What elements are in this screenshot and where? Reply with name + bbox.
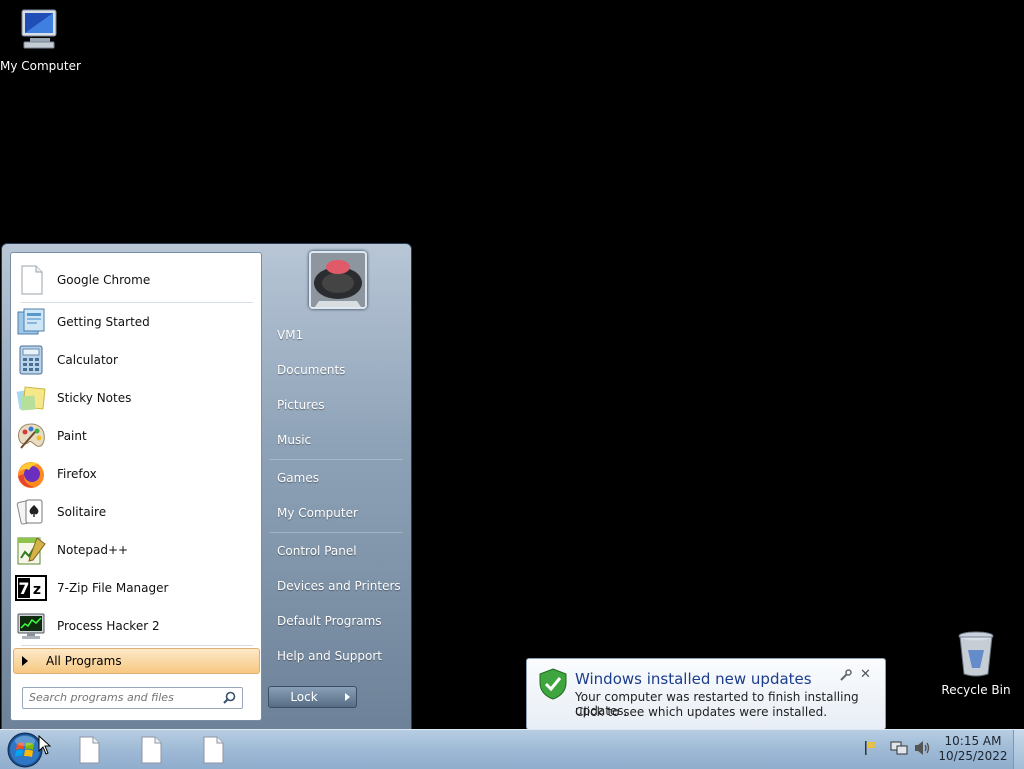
getting-started-icon — [17, 308, 45, 335]
all-programs-button[interactable]: All Programs — [13, 648, 260, 674]
program-item-solitaire[interactable]: Solitaire — [11, 494, 261, 530]
start-link-music[interactable]: Music — [277, 433, 311, 447]
taskbar-pinned-app-3[interactable] — [198, 735, 228, 765]
program-separator — [21, 302, 253, 303]
volume-icon[interactable] — [913, 740, 931, 756]
right-pane-separator — [270, 532, 402, 533]
desktop-icon-label: My Computer — [0, 59, 81, 73]
start-link-documents[interactable]: Documents — [277, 363, 345, 377]
clock-time: 10:15 AM — [944, 734, 1002, 748]
program-label: Solitaire — [57, 505, 107, 519]
start-link-default-programs[interactable]: Default Programs — [277, 614, 382, 628]
program-separator — [21, 645, 253, 646]
taskbar-pinned-app-1[interactable] — [74, 735, 104, 765]
shield-check-icon — [539, 668, 567, 700]
program-item-firefox[interactable]: Firefox — [11, 456, 261, 492]
start-link-pictures[interactable]: Pictures — [277, 398, 325, 412]
calculator-icon — [19, 345, 43, 375]
close-icon[interactable]: ✕ — [860, 667, 871, 682]
taskbar: 10:15 AM 10/25/2022 — [0, 729, 1024, 769]
start-link-user[interactable]: VM1 — [277, 328, 303, 342]
show-desktop-button[interactable] — [1013, 730, 1024, 769]
program-label: Sticky Notes — [57, 391, 132, 405]
desktop-icon-label: Recycle Bin — [941, 683, 1011, 697]
7zip-icon: 7z — [15, 575, 47, 601]
svg-text:z: z — [33, 582, 41, 598]
solitaire-icon — [16, 499, 43, 525]
start-link-devices-and-printers[interactable]: Devices and Printers — [277, 579, 401, 593]
notepad-plus-plus-icon — [17, 537, 46, 565]
svg-text:7: 7 — [18, 579, 29, 598]
program-label: Notepad++ — [57, 543, 129, 557]
arrow-right-icon — [345, 693, 350, 701]
program-label: Getting Started — [57, 315, 150, 329]
turntable-avatar-icon — [311, 253, 365, 307]
start-menu: Google Chrome Getting Started Calculator… — [1, 243, 412, 731]
program-label: Google Chrome — [57, 273, 151, 287]
start-menu-programs-pane: Google Chrome Getting Started Calculator… — [10, 252, 262, 721]
notification-title: Windows installed new updates — [575, 670, 812, 688]
program-label: Calculator — [57, 353, 118, 367]
program-label: Firefox — [57, 467, 97, 481]
all-programs-label: All Programs — [46, 654, 122, 668]
blank-document-icon — [21, 265, 43, 295]
desktop-icon-my-computer[interactable]: My Computer — [0, 8, 81, 73]
search-box — [22, 687, 243, 709]
program-item-google-chrome[interactable]: Google Chrome — [11, 262, 261, 298]
update-notification-balloon[interactable]: Windows installed new updates Your compu… — [526, 658, 886, 739]
program-item-notepad-plus-plus[interactable]: Notepad++ — [11, 532, 261, 568]
start-link-games[interactable]: Games — [277, 471, 319, 485]
taskbar-pinned-app-2[interactable] — [136, 735, 166, 765]
start-link-my-computer[interactable]: My Computer — [277, 506, 358, 520]
firefox-icon — [18, 462, 44, 488]
search-icon[interactable] — [223, 691, 236, 704]
action-center-flag-icon[interactable] — [864, 740, 878, 756]
lock-button[interactable]: Lock — [268, 686, 340, 708]
start-link-control-panel[interactable]: Control Panel — [277, 544, 357, 558]
program-item-7zip[interactable]: 7z 7-Zip File Manager — [11, 570, 261, 606]
user-account-picture[interactable] — [309, 251, 367, 309]
notification-message: Click to see which updates were installe… — [575, 705, 828, 719]
sticky-notes-icon — [16, 386, 46, 411]
program-item-getting-started[interactable]: Getting Started — [11, 304, 261, 340]
program-item-process-hacker[interactable]: Process Hacker 2 — [11, 608, 261, 644]
search-input[interactable] — [23, 688, 219, 706]
arrow-right-icon — [22, 656, 28, 666]
process-hacker-icon — [17, 613, 45, 639]
desktop-icon-recycle-bin[interactable]: Recycle Bin — [936, 630, 1016, 697]
recycle-bin-icon — [958, 631, 994, 677]
clock-date: 10/25/2022 — [938, 749, 1008, 763]
wrench-icon[interactable] — [840, 669, 852, 681]
program-item-paint[interactable]: Paint — [11, 418, 261, 454]
right-pane-separator — [270, 459, 402, 460]
program-label: Process Hacker 2 — [57, 619, 160, 633]
taskbar-clock[interactable]: 10:15 AM 10/25/2022 — [938, 734, 1008, 764]
program-label: Paint — [57, 429, 87, 443]
network-icon[interactable] — [890, 740, 908, 756]
mouse-cursor-icon — [38, 735, 52, 755]
program-item-calculator[interactable]: Calculator — [11, 342, 261, 378]
program-label: 7-Zip File Manager — [57, 581, 169, 595]
paint-palette-icon — [18, 423, 45, 449]
shutdown-options-button[interactable] — [338, 686, 357, 708]
start-link-help-and-support[interactable]: Help and Support — [277, 649, 382, 663]
computer-icon — [21, 9, 57, 49]
program-item-sticky-notes[interactable]: Sticky Notes — [11, 380, 261, 416]
